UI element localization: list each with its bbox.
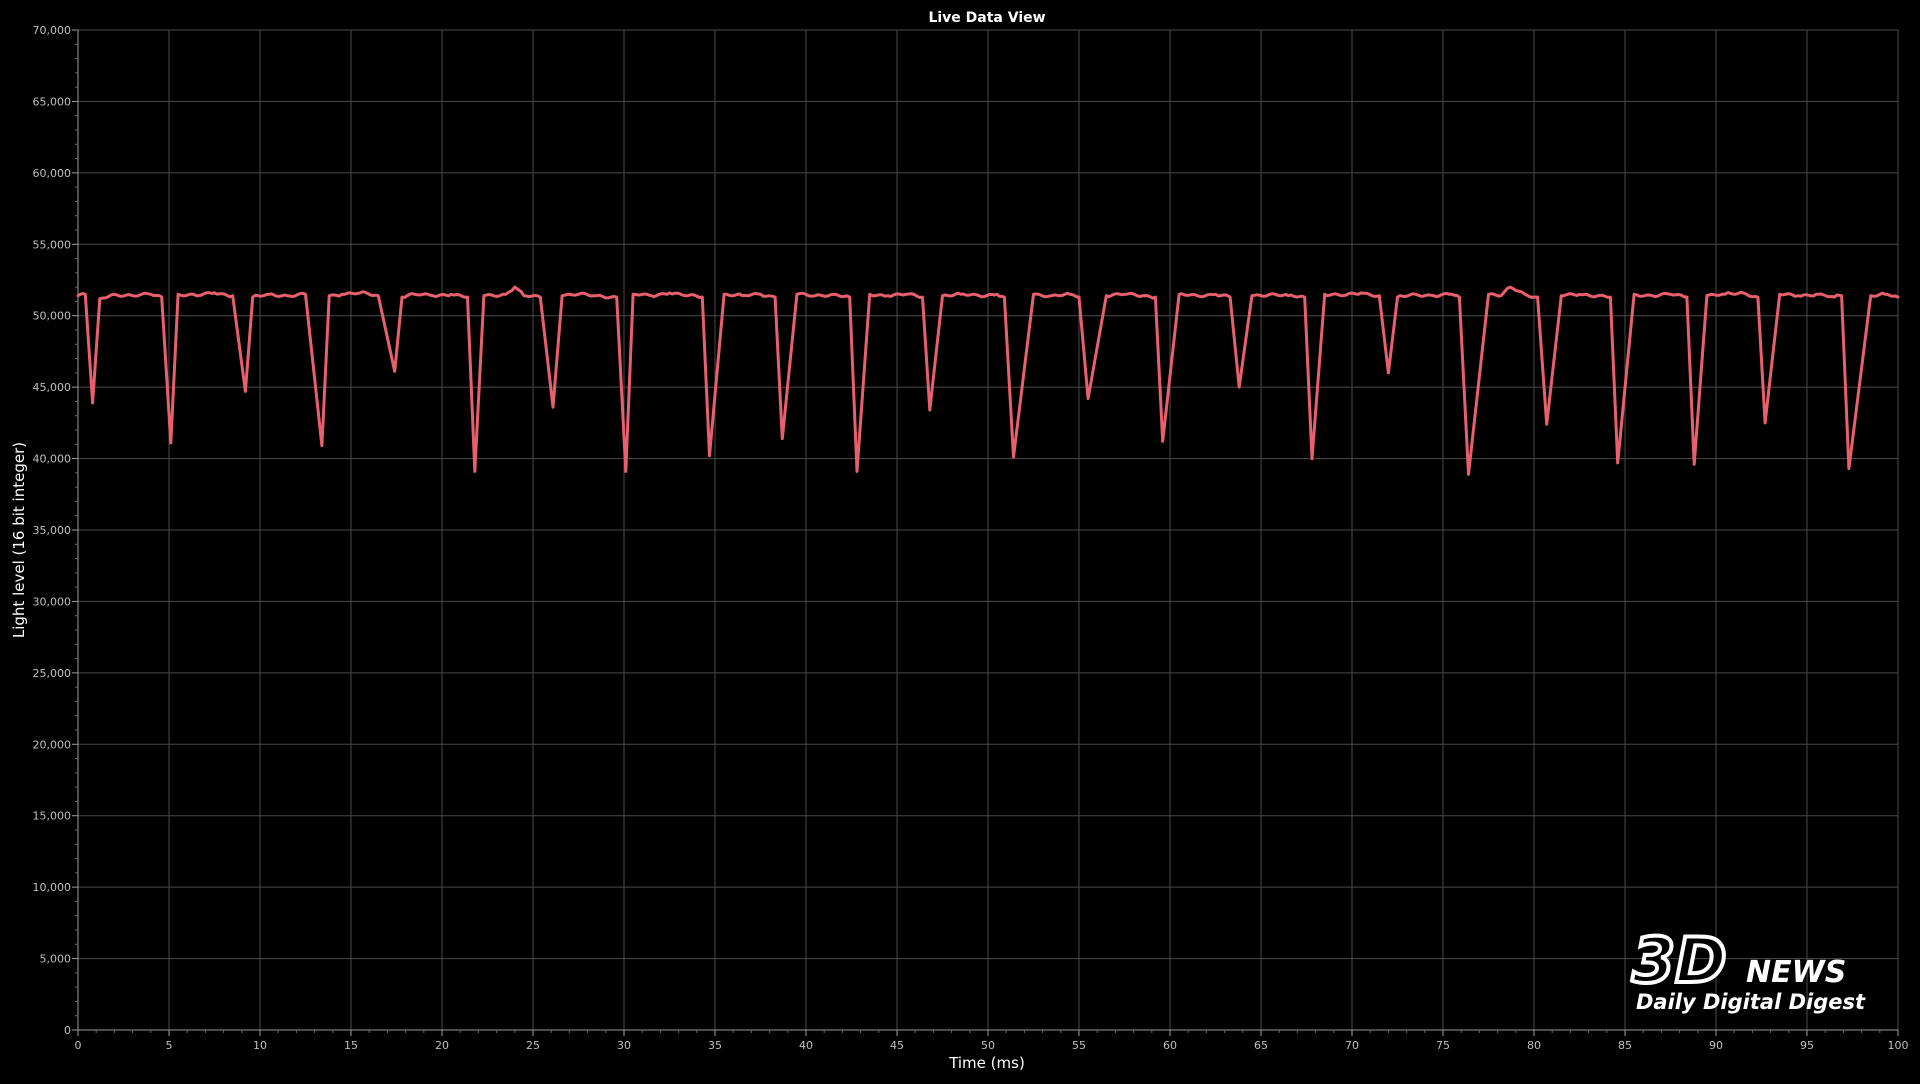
y-tick-label: 55,000 — [33, 238, 72, 251]
x-tick-label: 65 — [1254, 1039, 1268, 1052]
x-tick-label: 50 — [981, 1039, 995, 1052]
x-tick-label: 30 — [617, 1039, 631, 1052]
x-tick-label: 75 — [1436, 1039, 1450, 1052]
y-tick-label: 65,000 — [33, 95, 72, 108]
x-tick-label: 80 — [1527, 1039, 1541, 1052]
y-tick-label: 10,000 — [33, 881, 72, 894]
x-tick-label: 45 — [890, 1039, 904, 1052]
y-tick-label: 50,000 — [33, 310, 72, 323]
logo-3d-text: 3D — [1632, 930, 1727, 990]
y-tick-label: 70,000 — [33, 24, 72, 37]
ticks: 0 5 10 15 20 25 30 35 40 45 50 55 60 65 70 75 80 85 90 95 10… — [33, 24, 1909, 1052]
grid — [78, 29, 1899, 1030]
x-tick-label: 70 — [1345, 1039, 1359, 1052]
x-tick-label: 25 — [526, 1039, 540, 1052]
x-tick-label: 20 — [435, 1039, 449, 1052]
logo-news-text: NEWS — [1746, 955, 1846, 990]
y-tick-label: 5,000 — [40, 953, 72, 966]
y-tick-label: 25,000 — [33, 667, 72, 680]
x-tick-label: 35 — [708, 1039, 722, 1052]
y-tick-label: 30,000 — [33, 595, 72, 608]
x-tick-label: 55 — [1072, 1039, 1086, 1052]
x-tick-label: 90 — [1709, 1039, 1723, 1052]
x-tick-label: 85 — [1618, 1039, 1632, 1052]
y-tick-label: 60,000 — [33, 167, 72, 180]
x-tick-label: 40 — [799, 1039, 813, 1052]
y-tick-label: 0 — [64, 1024, 71, 1037]
y-tick-label: 20,000 — [33, 738, 72, 751]
x-tick-label: 0 — [75, 1039, 82, 1052]
watermark: 3D NEWS Daily Digital Digest — [1628, 930, 1888, 1020]
chart: 0 5 10 15 20 25 30 35 40 45 50 55 60 65 70 75 80 85 90 95 10… — [0, 0, 1920, 1080]
y-tick-label: 35,000 — [33, 524, 72, 537]
x-tick-label: 5 — [166, 1039, 173, 1052]
x-tick-label: 100 — [1888, 1039, 1909, 1052]
x-axis-label: Time (ms) — [948, 1054, 1025, 1072]
3dnews-logo: 3D NEWS — [1630, 930, 1846, 990]
chart-title: Live Data View — [928, 10, 1045, 26]
logo-tagline: Daily Digital Digest — [1636, 990, 1866, 1014]
y-axis-label: Light level (16 bit integer) — [10, 442, 28, 638]
x-tick-label: 10 — [253, 1039, 267, 1052]
chart-canvas: 0 5 10 15 20 25 30 35 40 45 50 55 60 65 70 75 80 85 90 95 10… — [10, 10, 1909, 1072]
y-tick-label: 40,000 — [33, 453, 72, 466]
y-tick-label: 15,000 — [33, 810, 72, 823]
x-tick-label: 60 — [1163, 1039, 1177, 1052]
x-tick-label: 95 — [1800, 1039, 1814, 1052]
y-tick-label: 45,000 — [33, 381, 72, 394]
x-tick-label: 15 — [344, 1039, 358, 1052]
